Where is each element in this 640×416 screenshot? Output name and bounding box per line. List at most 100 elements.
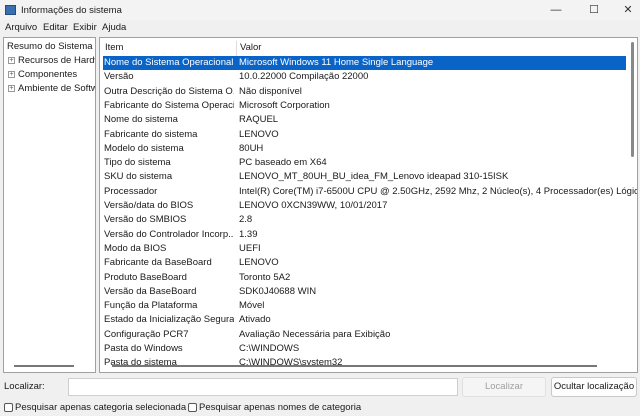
maximize-button[interactable]: ☐ [584, 3, 604, 17]
row-item: Modelo do sistema [104, 142, 184, 154]
table-row[interactable]: Pasta do Windows C:\WINDOWS [103, 342, 626, 356]
search-category-names-checkbox[interactable]: Pesquisar apenas nomes de categoria [188, 402, 361, 413]
row-item: Pasta do Windows [104, 343, 183, 354]
table-row[interactable]: Modelo do sistema 80UH [103, 142, 626, 156]
checkbox-label: Pesquisar apenas nomes de categoria [199, 402, 362, 413]
table-row[interactable]: Versão 10.0.22000 Compilação 22000 [103, 70, 626, 84]
row-item: Nome do sistema [104, 114, 178, 126]
table-row[interactable]: Estado da Inicialização Segura Ativado [103, 313, 626, 327]
row-value: Microsoft Windows 11 Home Single Languag… [239, 57, 434, 68]
row-value: Não disponível [239, 85, 302, 97]
category-tree[interactable]: Resumo do Sistema + Recursos de Hardw + Co… [3, 37, 96, 373]
search-selected-category-checkbox[interactable]: Pesquisar apenas categoria selecionada [4, 402, 186, 413]
row-item: Outra Descrição do Sistema O... [104, 85, 234, 97]
expand-icon[interactable]: + [8, 56, 15, 64]
horizontal-scrollbar[interactable] [112, 365, 597, 367]
menu-editar[interactable]: Editar [43, 22, 68, 33]
tree-item-system-summary[interactable]: Resumo do Sistema [7, 41, 93, 52]
table-row[interactable]: Tipo do sistema PC baseado em X64 [103, 156, 626, 170]
row-item: Nome do Sistema Operacional [104, 57, 234, 68]
row-value: Ativado [239, 314, 271, 326]
horizontal-scrollbar[interactable] [14, 365, 74, 367]
system-info-app-icon [5, 5, 16, 15]
row-value: LENOVO 0XCN39WW, 10/01/2017 [239, 200, 388, 211]
table-row[interactable]: SKU do sistema LENOVO_MT_80UH_BU_idea_FM_… [103, 170, 626, 184]
column-header-item[interactable]: Item [105, 42, 123, 56]
table-row[interactable]: Processador Intel(R) Core(TM) i7-6500U CP… [103, 185, 637, 199]
row-value: C:\WINDOWS [239, 343, 300, 354]
find-input[interactable] [68, 378, 458, 396]
row-item: Fabricante do Sistema Operaci... [104, 99, 234, 111]
expand-icon[interactable]: + [8, 84, 15, 92]
row-value: 10.0.22000 Compilação 22000 [239, 71, 369, 83]
table-row[interactable]: Configuração PCR7 Avaliação Necessária pa… [103, 328, 626, 342]
row-value: Intel(R) Core(TM) i7-6500U CPU @ 2.50GHz… [239, 185, 638, 197]
find-label: Localizar: [4, 381, 45, 392]
table-row[interactable]: Fabricante da BaseBoard LENOVO [103, 256, 626, 270]
row-item: Processador [104, 185, 158, 197]
menu-exibir[interactable]: Exibir [73, 22, 97, 33]
find-button[interactable]: Localizar [462, 377, 546, 397]
tree-item-components[interactable]: + Componentes [8, 69, 77, 80]
hide-find-button[interactable]: Ocultar localização [551, 377, 637, 397]
menu-arquivo[interactable]: Arquivo [5, 22, 37, 33]
tree-item-label: Ambiente de Softw [18, 83, 96, 94]
table-row[interactable]: Nome do Sistema Operacional Microsoft Win… [103, 56, 626, 70]
row-item: Versão da BaseBoard [104, 285, 197, 297]
table-row[interactable]: Versão da BaseBoard SDK0J40688 WIN [103, 285, 626, 299]
table-row[interactable]: Fabricante do Sistema Operaci... Microsof… [103, 99, 626, 113]
row-value: UEFI [239, 242, 261, 254]
tree-item-software-environment[interactable]: + Ambiente de Softw [8, 83, 96, 94]
tree-item-label: Componentes [18, 69, 78, 80]
row-item: Configuração PCR7 [104, 328, 189, 340]
checkbox-icon[interactable] [4, 402, 13, 412]
minimize-button[interactable]: — [546, 3, 566, 17]
table-row[interactable]: Nome do sistema RAQUEL [103, 113, 626, 127]
table-row[interactable]: Modo da BIOS UEFI [103, 242, 626, 256]
checkbox-icon[interactable] [188, 402, 197, 412]
row-value: LENOVO_MT_80UH_BU_idea_FM_Lenovo ideapad… [239, 171, 509, 183]
row-item: SKU do sistema [104, 171, 173, 183]
row-value: Toronto 5A2 [239, 271, 291, 283]
close-button[interactable]: ✕ [618, 3, 638, 17]
row-value: 1.39 [239, 228, 258, 240]
row-item: Estado da Inicialização Segura [104, 314, 234, 326]
row-value: Microsoft Corporation [239, 99, 330, 111]
title-bar: Informações do sistema — ☐ ✕ [0, 0, 640, 20]
table-row[interactable]: Produto BaseBoard Toronto 5A2 [103, 271, 626, 285]
row-item: Versão/data do BIOS [104, 200, 194, 211]
checkbox-label: Pesquisar apenas categoria selecionada [15, 402, 187, 413]
row-item: Versão do SMBIOS [104, 214, 187, 226]
details-table: Item Valor Nome do Sistema Operacional Mi… [99, 37, 638, 373]
column-header-value[interactable]: Valor [240, 42, 261, 56]
table-row[interactable]: Versão do Controlador Incorp... 1.39 [103, 228, 626, 242]
tree-item-hardware-resources[interactable]: + Recursos de Hardw [8, 55, 96, 66]
row-item: Tipo do sistema [104, 157, 171, 169]
expand-icon[interactable]: + [8, 70, 15, 78]
table-row[interactable]: Função da Plataforma Móvel [103, 299, 626, 313]
table-row[interactable]: Fabricante do sistema LENOVO [103, 128, 626, 142]
table-row[interactable]: Versão do SMBIOS 2.8 [103, 213, 626, 227]
vertical-scrollbar[interactable] [631, 42, 634, 157]
table-row[interactable]: Pasta do sistema C:\WINDOWS\system32 [103, 356, 626, 370]
row-item: Fabricante da BaseBoard [104, 257, 212, 269]
row-item: Fabricante do sistema [104, 128, 198, 140]
menu-ajuda[interactable]: Ajuda [102, 22, 126, 33]
row-value: Avaliação Necessária para Exibição [239, 328, 391, 340]
row-item: Produto BaseBoard [104, 271, 187, 283]
table-row[interactable]: Versão/data do BIOS LENOVO 0XCN39WW, 10/0… [103, 199, 626, 213]
row-value: 2.8 [239, 214, 253, 226]
row-value: SDK0J40688 WIN [239, 285, 317, 297]
row-value: PC baseado em X64 [239, 157, 327, 169]
row-item: Função da Plataforma [104, 300, 198, 312]
menu-bar: Arquivo Editar Exibir Ajuda [0, 20, 640, 35]
row-item: Modo da BIOS [104, 242, 167, 254]
row-item: Versão do Controlador Incorp... [104, 228, 234, 240]
row-value: 80UH [239, 142, 264, 154]
row-value: LENOVO [239, 128, 279, 140]
tree-item-label: Recursos de Hardw [18, 55, 96, 66]
row-item: Versão [104, 71, 134, 83]
column-divider[interactable] [236, 41, 237, 56]
row-value: C:\WINDOWS\system32 [239, 357, 343, 369]
table-row[interactable]: Outra Descrição do Sistema O... Não dispo… [103, 85, 626, 99]
